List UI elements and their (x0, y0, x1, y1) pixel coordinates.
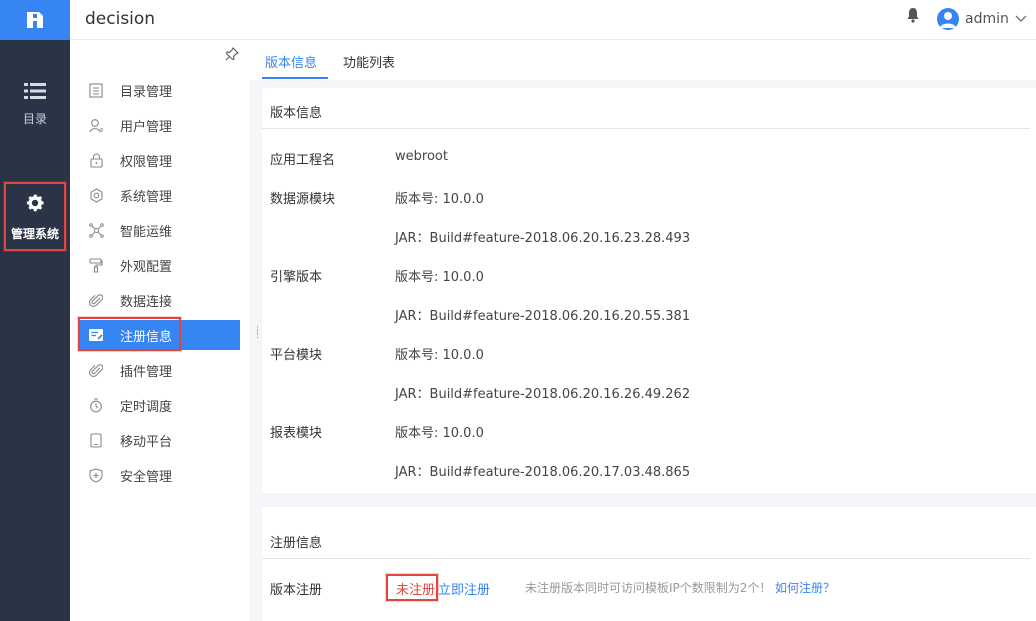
divider (262, 558, 1030, 559)
highlight-box-unregistered (386, 574, 438, 601)
panel-resize-handle[interactable]: ⋮ ⋮ (253, 327, 262, 340)
row-value: 版本号: 10.0.0 (395, 270, 484, 285)
app-logo[interactable] (0, 0, 70, 40)
top-header: decision admin (70, 0, 1036, 40)
logo-icon (27, 12, 43, 28)
sidebar-item-catalog-manage[interactable]: 目录管理 (80, 75, 240, 105)
chevron-down-icon (1015, 12, 1027, 27)
app-title: decision (85, 9, 156, 29)
app-rail: 目录 管理系统 (0, 0, 70, 621)
user-manage-icon (88, 117, 104, 133)
list-icon (24, 83, 46, 99)
ops-icon (88, 222, 104, 238)
sidebar-item-label: 外观配置 (120, 259, 173, 275)
sidebar-item-plugin[interactable]: 插件管理 (80, 355, 240, 385)
row-value: JAR：Build#feature-2018.06.20.16.26.49.26… (395, 387, 691, 402)
row-value: JAR：Build#feature-2018.06.20.16.20.55.38… (395, 309, 691, 324)
tab-bar: 版本信息 功能列表 (250, 40, 1036, 80)
sidebar-item-appearance[interactable]: 外观配置 (80, 250, 240, 280)
sidebar-item-label: 移动平台 (120, 434, 173, 450)
row-label: 平台模块 (270, 348, 323, 363)
sidebar-item-mobile[interactable]: 移动平台 (80, 425, 240, 455)
sidebar-item-security[interactable]: 安全管理 (80, 460, 240, 490)
sidebar-item-label: 插件管理 (120, 364, 173, 380)
row-label: 数据源模块 (270, 192, 336, 207)
sidebar-item-label: 目录管理 (120, 84, 173, 100)
row-label: 应用工程名 (270, 153, 336, 168)
mobile-icon (88, 432, 104, 448)
row-value: JAR：Build#feature-2018.06.20.16.23.28.49… (395, 231, 691, 246)
sidebar-item-label: 系统管理 (120, 189, 173, 205)
row-value: JAR：Build#feature-2018.06.20.17.03.48.86… (395, 465, 691, 480)
divider (262, 128, 1030, 129)
registration-note: 未注册版本同时可访问模板IP个数限制为2个！ (525, 581, 772, 595)
row-label: 引擎版本 (270, 270, 323, 285)
paint-roller-icon (88, 257, 104, 273)
active-tab-indicator (262, 77, 328, 79)
row-value: webroot (395, 149, 448, 164)
row-value: 版本号: 10.0.0 (395, 348, 484, 363)
user-menu[interactable]: admin (937, 8, 1027, 30)
highlight-box-registration (78, 317, 181, 351)
sidebar-item-user-manage[interactable]: 用户管理 (80, 110, 240, 140)
paperclip-icon (88, 362, 104, 378)
row-value: 版本号: 10.0.0 (395, 192, 484, 207)
rail-catalog-label: 目录 (22, 112, 47, 126)
highlight-box-admin (4, 182, 66, 251)
version-info-panel: 版本信息 应用工程名 webroot 数据源模块 版本号: 10.0.0 JAR… (262, 88, 1036, 493)
gear-icon (88, 187, 104, 203)
pin-icon[interactable] (225, 46, 240, 65)
tab-feature-list[interactable]: 功能列表 (343, 52, 395, 71)
timer-icon (88, 397, 104, 413)
row-label: 报表模块 (270, 426, 323, 441)
how-to-register-link[interactable]: 如何注册？ (775, 579, 835, 596)
sidebar-item-label: 安全管理 (120, 469, 173, 485)
sidebar-item-schedule[interactable]: 定时调度 (80, 390, 240, 420)
sidebar-item-label: 权限管理 (120, 154, 173, 170)
avatar-icon (937, 8, 959, 30)
catalog-manage-icon (88, 82, 104, 98)
sidebar-item-label: 用户管理 (120, 119, 173, 135)
sidebar-item-label: 数据连接 (120, 294, 173, 310)
sidebar-item-data-connection[interactable]: 数据连接 (80, 285, 240, 315)
section-heading: 版本信息 (270, 106, 323, 121)
row-label: 版本注册 (270, 583, 323, 598)
bell-icon[interactable] (906, 7, 920, 27)
paperclip-icon (88, 292, 104, 308)
rail-catalog[interactable]: 目录 (0, 82, 70, 127)
lock-icon (88, 152, 104, 168)
registration-panel: 注册信息 版本注册 未注册 立即注册 未注册版本同时可访问模板IP个数限制为2个… (262, 507, 1036, 621)
register-now-link[interactable]: 立即注册 (438, 579, 490, 598)
sidebar-item-permission[interactable]: 权限管理 (80, 145, 240, 175)
username: admin (965, 11, 1009, 27)
section-heading: 注册信息 (270, 536, 323, 551)
sidebar-item-label: 定时调度 (120, 399, 173, 415)
tab-version-info[interactable]: 版本信息 (265, 52, 317, 71)
shield-icon (88, 467, 104, 483)
sidebar-item-label: 智能运维 (120, 224, 173, 240)
sidebar-item-system[interactable]: 系统管理 (80, 180, 240, 210)
sidebar-item-smart-ops[interactable]: 智能运维 (80, 215, 240, 245)
row-value: 版本号: 10.0.0 (395, 426, 484, 441)
